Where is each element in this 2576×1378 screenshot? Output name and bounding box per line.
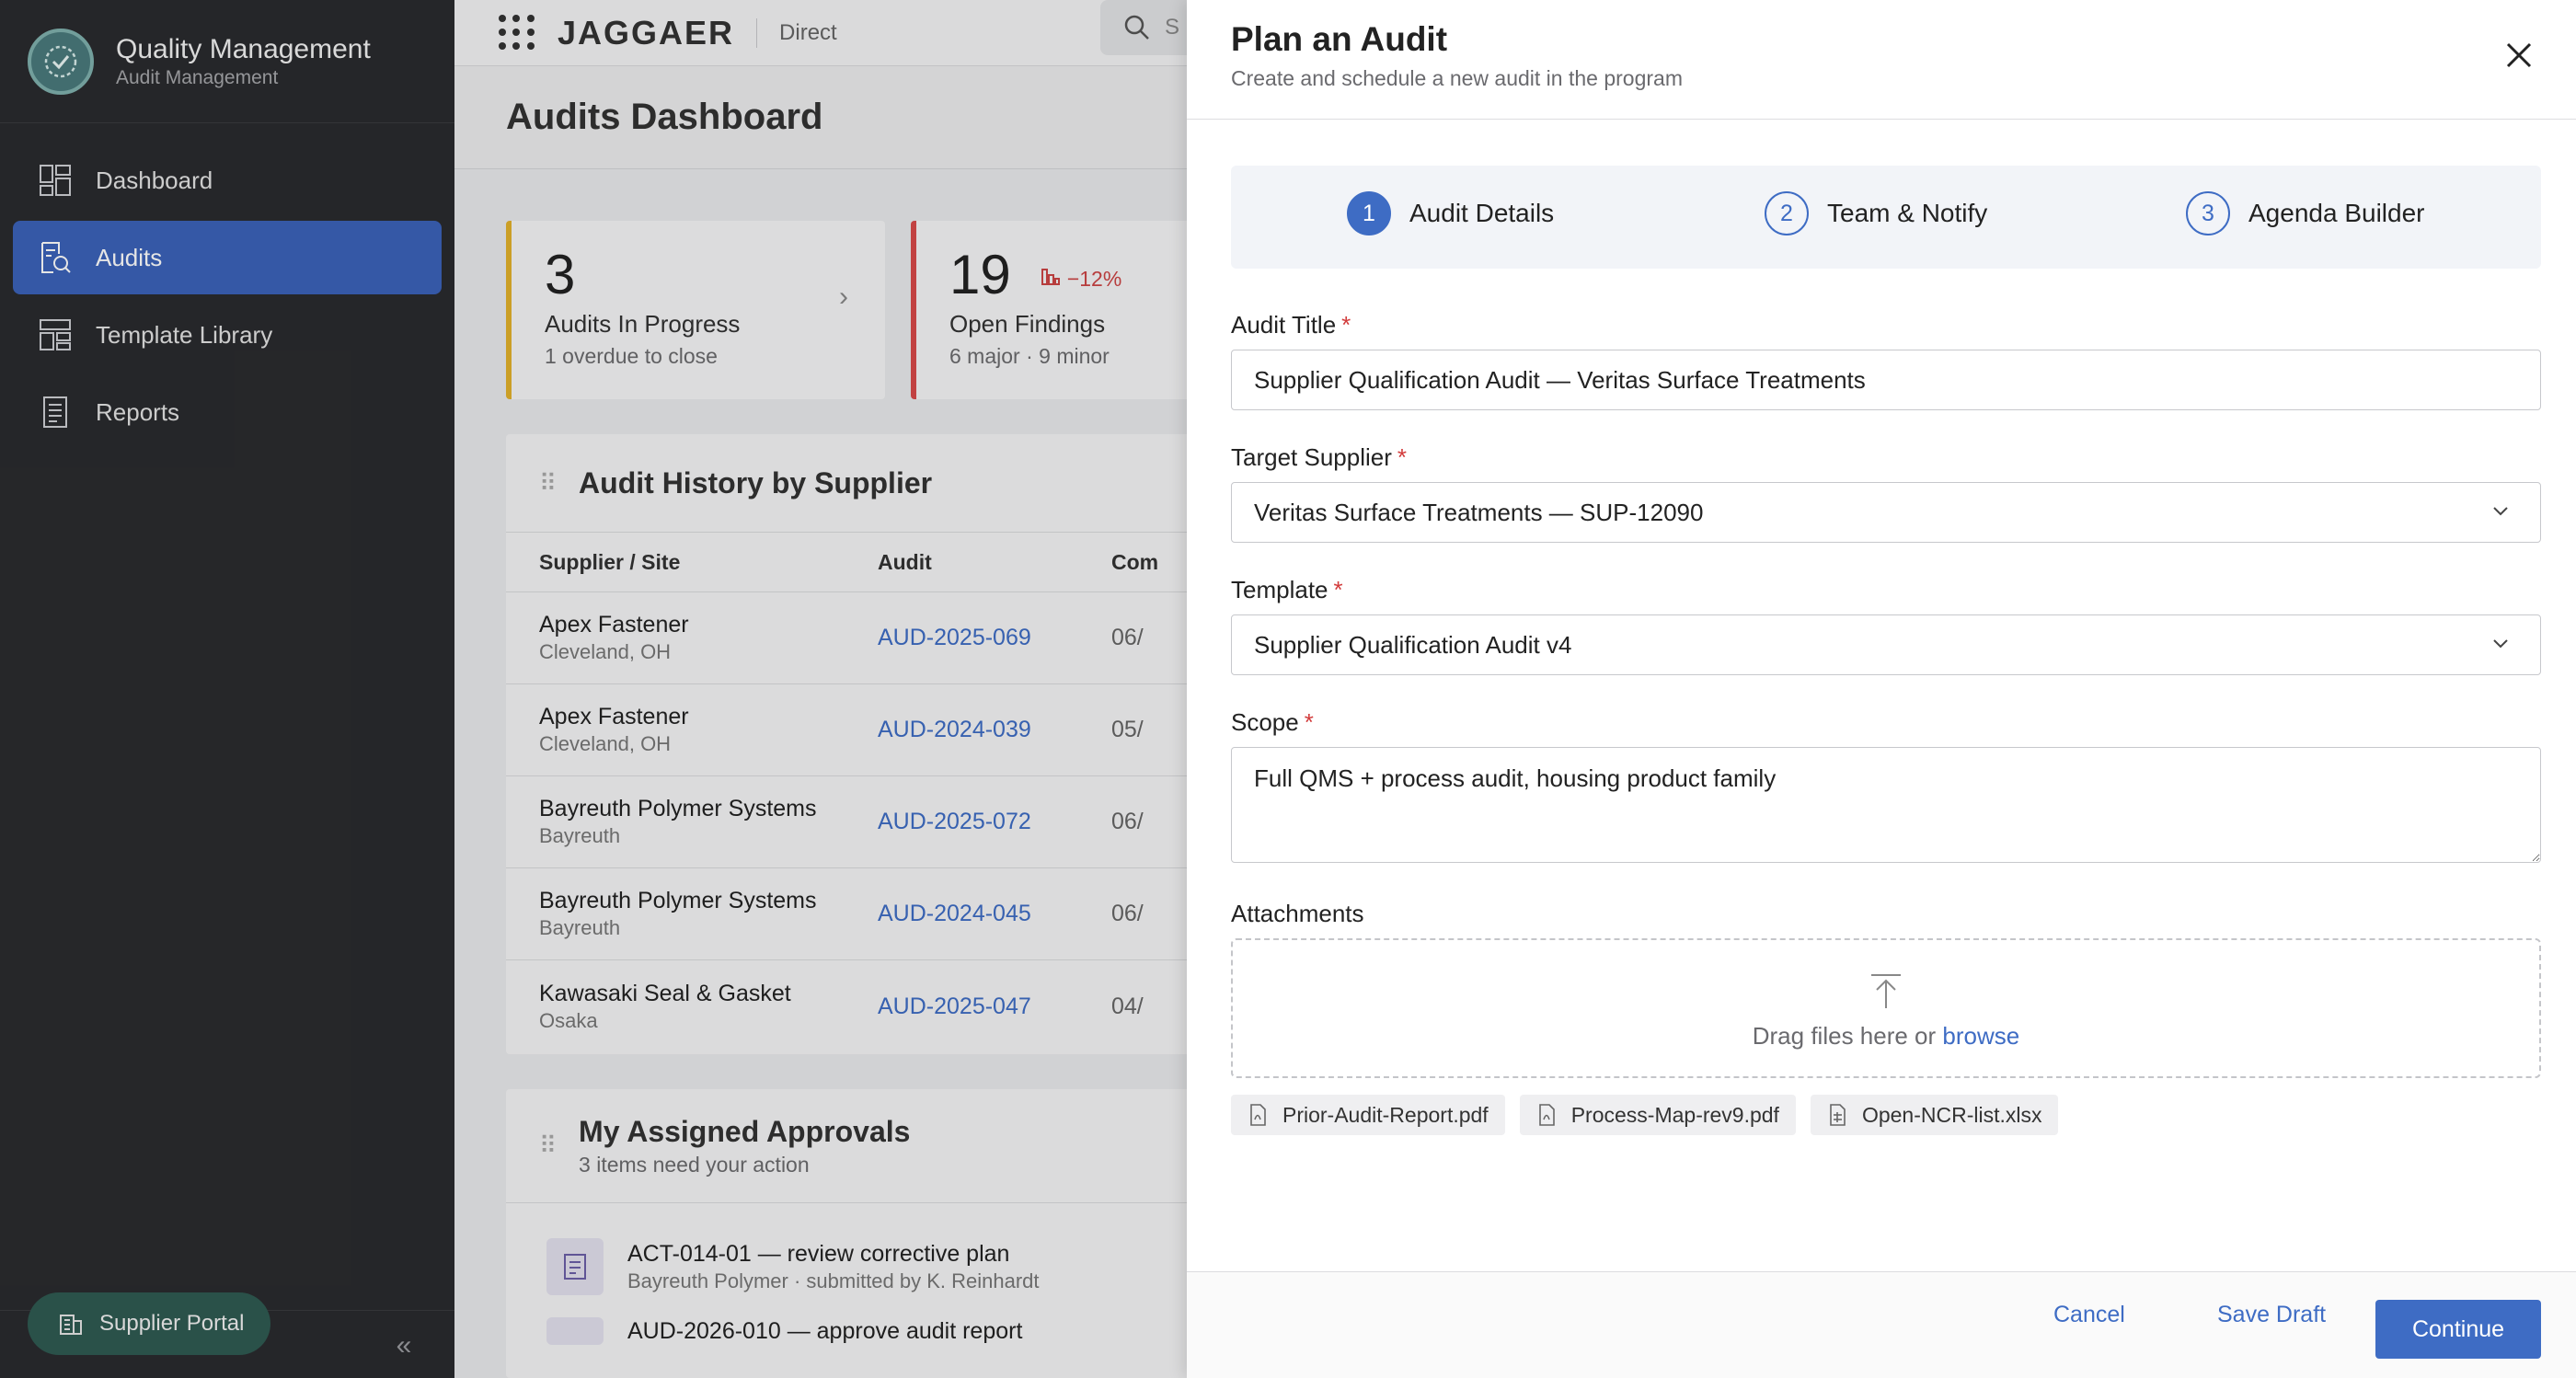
step-label: Audit Details bbox=[1409, 199, 1555, 227]
drawer-title: Plan an Audit bbox=[1231, 20, 1448, 58]
attachment-chip[interactable]: Process-Map-rev9.pdf bbox=[1519, 1095, 1796, 1135]
chevron-down-icon bbox=[2493, 507, 2508, 516]
audit-title-value: Supplier Qualification Audit — Veritas S… bbox=[1254, 365, 1866, 394]
wizard-stepper: 1 Audit Details 2 Team & Notify 3 Agenda… bbox=[1231, 166, 2541, 269]
attachment-chip[interactable]: Prior-Audit-Report.pdf bbox=[1231, 1095, 1505, 1135]
step-team-notify[interactable]: 2 Team & Notify bbox=[1765, 191, 1987, 235]
attachment-name: Process-Map-rev9.pdf bbox=[1570, 1102, 1779, 1127]
step-number: 3 bbox=[2186, 191, 2230, 235]
browse-link[interactable]: browse bbox=[1942, 1022, 2019, 1050]
continue-button[interactable]: Continue bbox=[2375, 1300, 2541, 1359]
attachments-label: Attachments bbox=[1231, 900, 1364, 927]
close-icon[interactable] bbox=[2501, 37, 2537, 74]
chevron-down-icon bbox=[2493, 639, 2508, 649]
drawer-footer: Cancel Save Draft Continue bbox=[1187, 1271, 2576, 1378]
save-draft-button[interactable]: Save Draft bbox=[2217, 1302, 2326, 1328]
attachment-chip[interactable]: Open-NCR-list.xlsx bbox=[1810, 1095, 2059, 1135]
attachment-name: Prior-Audit-Report.pdf bbox=[1282, 1102, 1489, 1127]
drawer-subtitle: Create and schedule a new audit in the p… bbox=[1231, 66, 1683, 90]
dropzone-text: Drag files here or browse bbox=[1752, 1022, 2020, 1050]
step-number: 1 bbox=[1347, 191, 1391, 235]
template-select[interactable]: Supplier Qualification Audit v4 bbox=[1231, 614, 2541, 675]
pdf-file-icon bbox=[1538, 1104, 1555, 1126]
upload-icon bbox=[1871, 974, 1901, 1008]
scope-textarea[interactable]: Full QMS + process audit, housing produc… bbox=[1231, 747, 2541, 863]
step-label: Agenda Builder bbox=[2248, 199, 2425, 227]
scope-label: Scope * bbox=[1231, 708, 1314, 736]
audit-title-input[interactable]: Supplier Qualification Audit — Veritas S… bbox=[1231, 350, 2541, 410]
plan-audit-drawer: Plan an Audit Create and schedule a new … bbox=[1187, 0, 2576, 1378]
step-number: 2 bbox=[1765, 191, 1809, 235]
attachment-list: Prior-Audit-Report.pdf Process-Map-rev9.… bbox=[1231, 1095, 2059, 1135]
step-audit-details[interactable]: 1 Audit Details bbox=[1347, 191, 1554, 235]
target-supplier-value: Veritas Surface Treatments — SUP-12090 bbox=[1254, 498, 1704, 526]
file-dropzone[interactable]: Drag files here or browse bbox=[1231, 938, 2541, 1078]
target-supplier-label: Target Supplier * bbox=[1231, 443, 1408, 471]
template-value: Supplier Qualification Audit v4 bbox=[1254, 630, 1572, 659]
step-agenda-builder[interactable]: 3 Agenda Builder bbox=[2186, 191, 2424, 235]
attachment-name: Open-NCR-list.xlsx bbox=[1861, 1102, 2042, 1127]
drawer-header: Plan an Audit Create and schedule a new … bbox=[1187, 0, 2576, 120]
target-supplier-select[interactable]: Veritas Surface Treatments — SUP-12090 bbox=[1231, 482, 2541, 543]
step-label: Team & Notify bbox=[1827, 199, 1988, 227]
spreadsheet-file-icon bbox=[1830, 1104, 1846, 1126]
pdf-file-icon bbox=[1250, 1104, 1266, 1126]
template-label: Template * bbox=[1231, 576, 1343, 603]
cancel-button[interactable]: Cancel bbox=[2053, 1302, 2125, 1328]
audit-title-label: Audit Title * bbox=[1231, 311, 1351, 339]
